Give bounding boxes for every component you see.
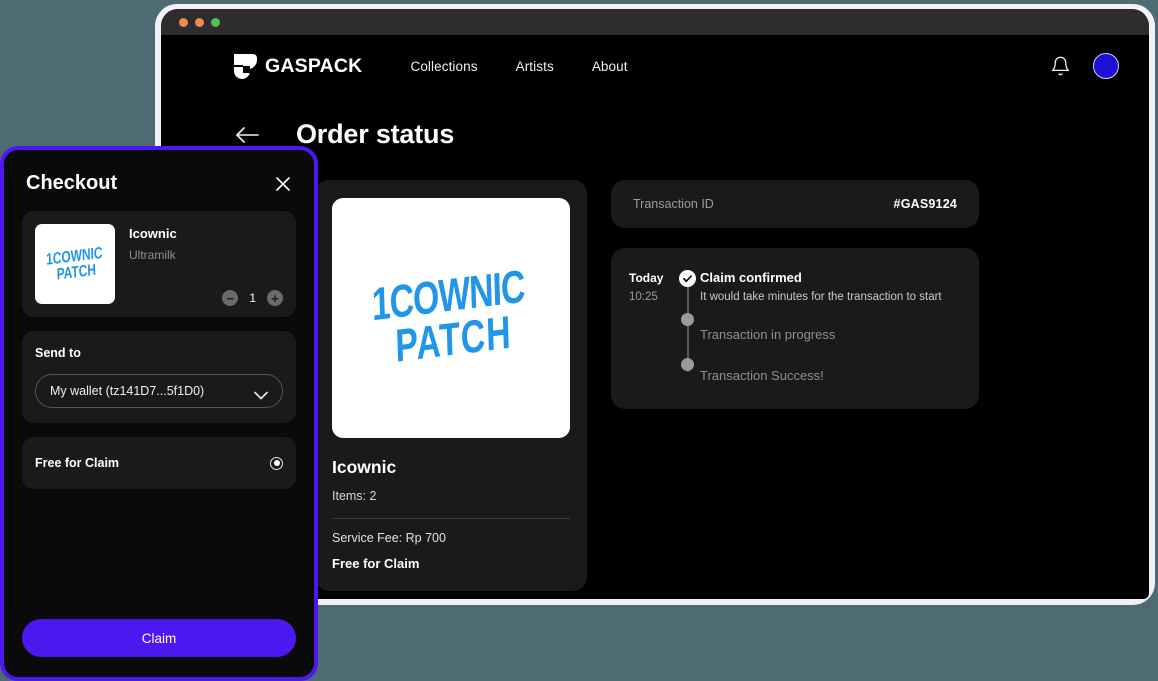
timeline-steps: Claim confirmed It would take minutes fo… xyxy=(700,270,957,383)
timeline-step: Claim confirmed It would take minutes fo… xyxy=(700,270,957,303)
bell-icon[interactable] xyxy=(1050,55,1071,77)
quantity-decrement-button[interactable]: − xyxy=(222,290,238,306)
transaction-id-value: #GAS9124 xyxy=(894,197,957,211)
checkout-header: Checkout xyxy=(4,150,314,195)
checkout-product-brand: Ultramilk xyxy=(129,248,177,262)
window-titlebar xyxy=(161,9,1149,35)
claim-button[interactable]: Claim xyxy=(22,619,296,657)
transaction-id-card: Transaction ID #GAS9124 xyxy=(611,180,979,228)
order-product-name: Icownic xyxy=(332,457,570,478)
nav-actions xyxy=(1050,53,1119,79)
timeline-step: Transaction in progress xyxy=(700,327,957,342)
window-minimize-button[interactable] xyxy=(195,18,204,27)
arrow-left-icon[interactable] xyxy=(234,125,260,145)
quantity-value: 1 xyxy=(249,291,256,305)
checkout-product-info: Icownic Ultramilk xyxy=(129,224,177,304)
wallet-select[interactable]: My wallet (tz141D7...5f1D0) xyxy=(35,374,283,408)
product-artwork: 1COWNIC PATCH xyxy=(370,272,531,364)
close-icon[interactable] xyxy=(274,175,292,193)
nav-link-about[interactable]: About xyxy=(592,59,628,74)
gaspack-logo-icon xyxy=(234,54,257,79)
payment-option-label: Free for Claim xyxy=(35,456,119,470)
avatar[interactable] xyxy=(1093,53,1119,79)
checkout-product-item: 1COWNIC PATCH Icownic Ultramilk − 1 + xyxy=(22,211,296,317)
artwork-line-2: PATCH xyxy=(48,261,105,283)
order-summary-card: 1COWNIC PATCH Icownic Items: 2 Service F… xyxy=(315,180,587,591)
checkout-body: 1COWNIC PATCH Icownic Ultramilk − 1 + Se… xyxy=(4,195,314,619)
order-product-image: 1COWNIC PATCH xyxy=(332,198,570,438)
nav-link-artists[interactable]: Artists xyxy=(516,59,554,74)
nav-links: Collections Artists About xyxy=(410,59,627,74)
send-to-section: Send to My wallet (tz141D7...5f1D0) xyxy=(22,331,296,423)
timeline-step-subtitle: It would take minutes for the transactio… xyxy=(700,291,957,303)
timeline-timestamp: Today 10:25 xyxy=(629,270,676,383)
timeline-dot-pending-1 xyxy=(681,313,694,326)
page-header: Order status xyxy=(161,97,1149,150)
top-navigation: GASPACK Collections Artists About xyxy=(161,35,1149,97)
check-circle-icon xyxy=(679,270,696,287)
timeline-time: 10:25 xyxy=(629,291,676,303)
checkout-footer: Claim xyxy=(4,619,314,677)
window-close-button[interactable] xyxy=(179,18,188,27)
chevron-down-icon xyxy=(254,387,268,396)
timeline-rail xyxy=(676,270,700,383)
payment-option-radio[interactable] xyxy=(270,457,283,470)
order-items-count: Items: 2 xyxy=(332,489,570,503)
nav-link-collections[interactable]: Collections xyxy=(410,59,477,74)
transaction-timeline-card: Today 10:25 xyxy=(611,248,979,409)
brand-logo[interactable]: GASPACK xyxy=(234,54,362,79)
timeline-dot-pending-2 xyxy=(681,358,694,371)
checkout-product-thumbnail: 1COWNIC PATCH xyxy=(35,224,115,304)
checkout-modal: Checkout 1COWNIC PATCH Icownic Ultramilk… xyxy=(0,146,318,681)
payment-option-row[interactable]: Free for Claim xyxy=(22,437,296,489)
order-service-fee: Service Fee: Rp 700 xyxy=(332,531,570,545)
checkout-product-name: Icownic xyxy=(129,226,177,241)
timeline-row: Today 10:25 xyxy=(629,270,957,383)
product-artwork-thumb: 1COWNIC PATCH xyxy=(45,247,104,280)
brand-name: GASPACK xyxy=(265,55,362,78)
divider xyxy=(332,518,570,519)
timeline-step-title: Transaction Success! xyxy=(700,368,957,383)
order-total: Free for Claim xyxy=(332,556,570,571)
timeline-step: Transaction Success! xyxy=(700,368,957,383)
quantity-stepper: − 1 + xyxy=(222,290,283,306)
timeline-step-title: Transaction in progress xyxy=(700,327,957,342)
wallet-select-value: My wallet (tz141D7...5f1D0) xyxy=(50,384,204,398)
send-to-label: Send to xyxy=(35,346,283,360)
timeline-day: Today xyxy=(629,271,676,285)
order-details-column: Transaction ID #GAS9124 Today 10:25 xyxy=(611,180,979,591)
checkout-title: Checkout xyxy=(26,172,117,195)
transaction-id-label: Transaction ID xyxy=(633,197,714,211)
quantity-increment-button[interactable]: + xyxy=(267,290,283,306)
timeline-step-title: Claim confirmed xyxy=(700,270,957,285)
page-title: Order status xyxy=(296,119,454,150)
window-maximize-button[interactable] xyxy=(211,18,220,27)
